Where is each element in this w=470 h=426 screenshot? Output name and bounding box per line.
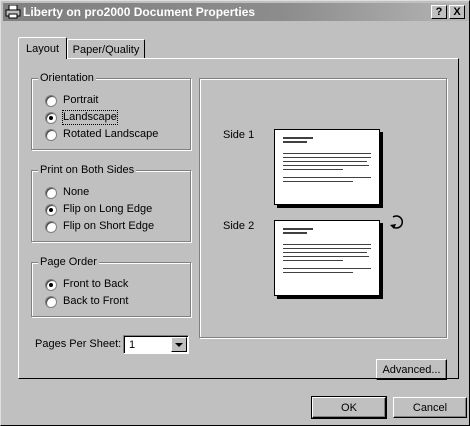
duplex-preview-area: Side 1 Side 2 (199, 78, 447, 338)
radio-button[interactable] (45, 203, 57, 216)
tab-layout-label: Layout (25, 42, 60, 55)
tab-paper-quality[interactable]: Paper/Quality (67, 39, 145, 59)
side-2-page-preview (274, 220, 380, 296)
document-properties-window: Liberty on pro2000 Document Properties ?… (0, 0, 470, 426)
window-title: Liberty on pro2000 Document Properties (23, 5, 256, 19)
orientation-group-label: Orientation (38, 71, 96, 85)
orientation-portrait-label: Portrait (63, 94, 99, 106)
radio-button[interactable] (45, 220, 57, 233)
radio-button[interactable] (45, 295, 57, 308)
side-2-label: Side 2 (223, 220, 255, 232)
duplex-long-edge-label: Flip on Long Edge (63, 203, 153, 215)
ok-button[interactable]: OK (311, 396, 387, 419)
pages-per-sheet-value: 1 (129, 339, 136, 351)
page-order-group-label: Page Order (38, 255, 99, 269)
orientation-portrait-radio[interactable]: Portrait (45, 94, 98, 107)
orientation-landscape-radio[interactable]: Landscape (45, 110, 118, 125)
page-order-group: Page Order Front to Back Back to Front (31, 255, 191, 317)
close-button[interactable]: X (449, 5, 465, 19)
tab-layout[interactable]: Layout (18, 37, 67, 59)
pages-per-sheet-label: Pages Per Sheet: (35, 338, 122, 350)
page-order-back-radio[interactable]: Back to Front (45, 295, 128, 308)
pages-per-sheet-select[interactable]: 1 (123, 335, 189, 354)
print-both-sides-group: Print on Both Sides None Flip on Long Ed… (31, 163, 191, 242)
cancel-button-label: Cancel (412, 401, 448, 414)
orientation-group: Orientation Portrait Landscape Rotated L… (31, 71, 191, 150)
tab-paper-quality-label: Paper/Quality (72, 43, 140, 56)
print-both-sides-group-label: Print on Both Sides (38, 163, 137, 177)
close-icon: X (453, 5, 461, 18)
side-1-page-preview (274, 129, 380, 205)
help-icon: ? (435, 5, 443, 18)
layout-panel: Orientation Portrait Landscape Rotated L… (18, 58, 459, 379)
printer-icon (5, 4, 21, 19)
duplex-short-edge-radio[interactable]: Flip on Short Edge (45, 220, 154, 233)
radio-button[interactable] (45, 128, 57, 141)
duplex-none-radio[interactable]: None (45, 186, 89, 199)
page-order-front-label: Front to Back (63, 278, 129, 290)
help-button[interactable]: ? (431, 5, 447, 19)
title-bar[interactable]: Liberty on pro2000 Document Properties ?… (3, 3, 469, 21)
page-order-back-label: Back to Front (63, 295, 129, 307)
duplex-none-label: None (63, 186, 90, 198)
flip-arrow-icon (389, 213, 405, 234)
ok-button-label: OK (341, 401, 357, 414)
orientation-rotated-landscape-label: Rotated Landscape (63, 128, 159, 140)
radio-button[interactable] (45, 94, 57, 107)
orientation-rotated-landscape-radio[interactable]: Rotated Landscape (45, 128, 158, 141)
chevron-down-icon[interactable] (171, 337, 187, 352)
radio-button[interactable] (45, 278, 57, 291)
cancel-button[interactable]: Cancel (393, 397, 467, 418)
radio-button[interactable] (45, 111, 57, 124)
radio-button[interactable] (45, 186, 57, 199)
page-order-front-radio[interactable]: Front to Back (45, 278, 128, 291)
duplex-long-edge-radio[interactable]: Flip on Long Edge (45, 203, 152, 216)
duplex-short-edge-label: Flip on Short Edge (63, 220, 155, 232)
orientation-landscape-label: Landscape (62, 110, 118, 125)
side-1-label: Side 1 (223, 129, 255, 141)
